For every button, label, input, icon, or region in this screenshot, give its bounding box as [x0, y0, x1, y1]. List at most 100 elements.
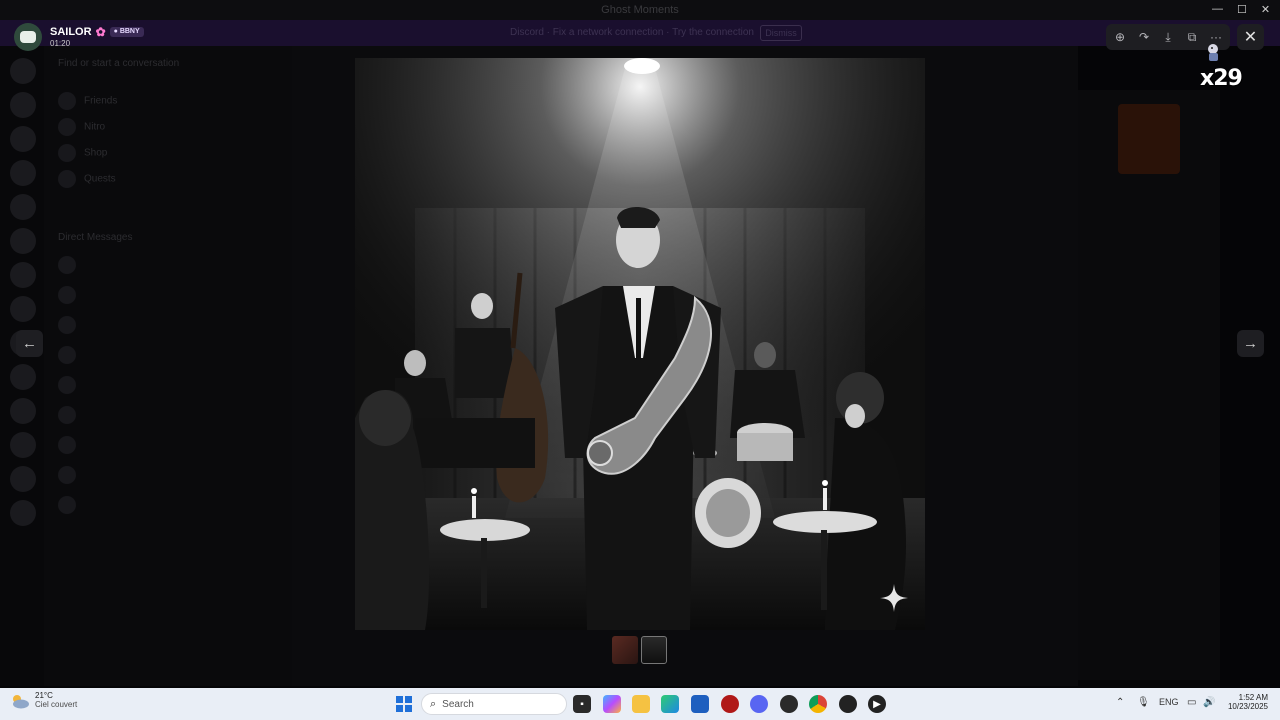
jazz-club-photo: [355, 58, 925, 630]
app-icon[interactable]: [839, 695, 857, 713]
dm-item[interactable]: [58, 406, 84, 424]
show-hidden-icons[interactable]: ⌃: [1116, 697, 1124, 708]
ai-sparkle-icon: [880, 584, 908, 612]
display-icon[interactable]: ▭: [1187, 697, 1196, 708]
sidebar-item-label: Nitro: [84, 121, 106, 133]
chrome-icon[interactable]: [809, 695, 827, 713]
window-title: Ghost Moments: [601, 4, 679, 16]
banner-text: Discord · Fix a network connection · Try…: [510, 27, 754, 38]
server-icon[interactable]: [10, 296, 36, 322]
avatar: [58, 256, 76, 274]
zoom-icon[interactable]: ⊕: [1110, 27, 1130, 47]
dm-item[interactable]: [58, 466, 84, 484]
nitro-badge-icon: ✿: [95, 25, 106, 39]
system-clock[interactable]: 1:52 AM 10/23/2025: [1224, 693, 1268, 711]
store-icon[interactable]: [691, 695, 709, 713]
window-controls: — ☐ ✕: [1212, 3, 1270, 16]
profile-banner: [1118, 104, 1180, 174]
maximize-icon[interactable]: ☐: [1237, 3, 1247, 16]
friends-icon: [58, 92, 76, 110]
thumbnail[interactable]: [612, 636, 638, 664]
opera-icon[interactable]: [721, 695, 739, 713]
sidebar-item-label: Shop: [84, 147, 108, 159]
windows-logo-icon: [405, 696, 412, 703]
close-viewer-button[interactable]: ✕: [1237, 24, 1264, 50]
guild-tag-label: BBNY: [119, 28, 140, 35]
dm-item[interactable]: [58, 496, 84, 514]
server-icon[interactable]: [10, 194, 36, 220]
dm-item[interactable]: [58, 256, 84, 274]
start-button[interactable]: [396, 696, 412, 712]
server-rail: [0, 46, 44, 686]
sidebar-item-nitro[interactable]: Nitro: [58, 118, 106, 136]
server-icon[interactable]: [10, 160, 36, 186]
server-icon[interactable]: [10, 398, 36, 424]
avatar: [58, 346, 76, 364]
reaction-counter: x29: [1200, 66, 1243, 91]
app-icon[interactable]: [780, 695, 798, 713]
edge-icon[interactable]: [661, 695, 679, 713]
sidebar-item-label: Friends: [84, 95, 118, 107]
server-icon[interactable]: [10, 228, 36, 254]
avatar: [58, 466, 76, 484]
dm-sidebar: Find or start a conversation Friends Nit…: [44, 46, 292, 686]
media-player-icon[interactable]: ▶: [868, 695, 886, 713]
avatar: [58, 406, 76, 424]
uploader-info: SAILOR ✿ ● BBNY 01:20: [14, 23, 144, 51]
copilot-icon[interactable]: [603, 695, 621, 713]
clock-time: 1:52 AM: [1238, 693, 1268, 702]
language-indicator[interactable]: ENG: [1159, 697, 1179, 707]
file-explorer-icon[interactable]: [632, 695, 650, 713]
sidebar-item-friends[interactable]: Friends: [58, 92, 118, 110]
sidebar-item-quests[interactable]: Quests: [58, 170, 116, 188]
quests-icon: [58, 170, 76, 188]
discord-icon[interactable]: [750, 695, 768, 713]
server-icon[interactable]: [10, 126, 36, 152]
avatar[interactable]: [14, 23, 42, 51]
dm-item[interactable]: [58, 316, 84, 334]
microphone-icon[interactable]: 🎙: [1137, 697, 1150, 708]
next-image-button[interactable]: →: [1237, 330, 1264, 357]
cloud-icon: [13, 694, 29, 709]
server-icon[interactable]: [10, 364, 36, 390]
server-icon[interactable]: [10, 58, 36, 84]
weather-widget[interactable]: 21°C Ciel couvert: [10, 691, 77, 710]
taskbar-search[interactable]: ⌕: [421, 693, 567, 715]
forward-icon[interactable]: ↷: [1134, 27, 1154, 47]
server-icon[interactable]: [10, 262, 36, 288]
upload-time: 01:20: [50, 39, 71, 49]
notice-banner: Discord · Fix a network connection · Try…: [0, 20, 1280, 46]
dm-item[interactable]: [58, 286, 84, 304]
server-icon[interactable]: [10, 466, 36, 492]
window-close-icon[interactable]: ✕: [1261, 3, 1270, 16]
clock-date: 10/23/2025: [1227, 702, 1268, 712]
window-titlebar: Ghost Moments: [0, 0, 1280, 20]
search-conversation[interactable]: Find or start a conversation: [58, 58, 179, 72]
avatar: [58, 376, 76, 394]
dm-item[interactable]: [58, 436, 84, 454]
open-external-icon[interactable]: ⧉: [1182, 27, 1202, 47]
download-icon[interactable]: ⤓: [1158, 27, 1178, 47]
viewer-image[interactable]: [355, 58, 925, 630]
server-icon[interactable]: [10, 500, 36, 526]
search-input[interactable]: [442, 698, 543, 710]
thumbnail-strip: [612, 636, 667, 664]
dm-item[interactable]: [58, 376, 84, 394]
server-icon[interactable]: [10, 432, 36, 458]
profile-panel: [1078, 90, 1220, 680]
guild-tag: ● BBNY: [109, 27, 144, 38]
avatar: [58, 496, 76, 514]
uploader-name[interactable]: SAILOR: [50, 26, 92, 39]
minimize-icon[interactable]: —: [1212, 3, 1223, 16]
dm-item[interactable]: [58, 346, 84, 364]
thumbnail-selected[interactable]: [641, 636, 667, 664]
volume-icon[interactable]: 🔊: [1203, 697, 1215, 708]
avatar: [58, 436, 76, 454]
mascot-icon: [1208, 44, 1218, 61]
previous-image-button[interactable]: ←: [16, 330, 43, 357]
sidebar-item-shop[interactable]: Shop: [58, 144, 108, 162]
avatar: [58, 316, 76, 334]
banner-button[interactable]: Dismiss: [760, 25, 802, 41]
server-icon[interactable]: [10, 92, 36, 118]
task-view-icon[interactable]: ▪: [573, 695, 591, 713]
